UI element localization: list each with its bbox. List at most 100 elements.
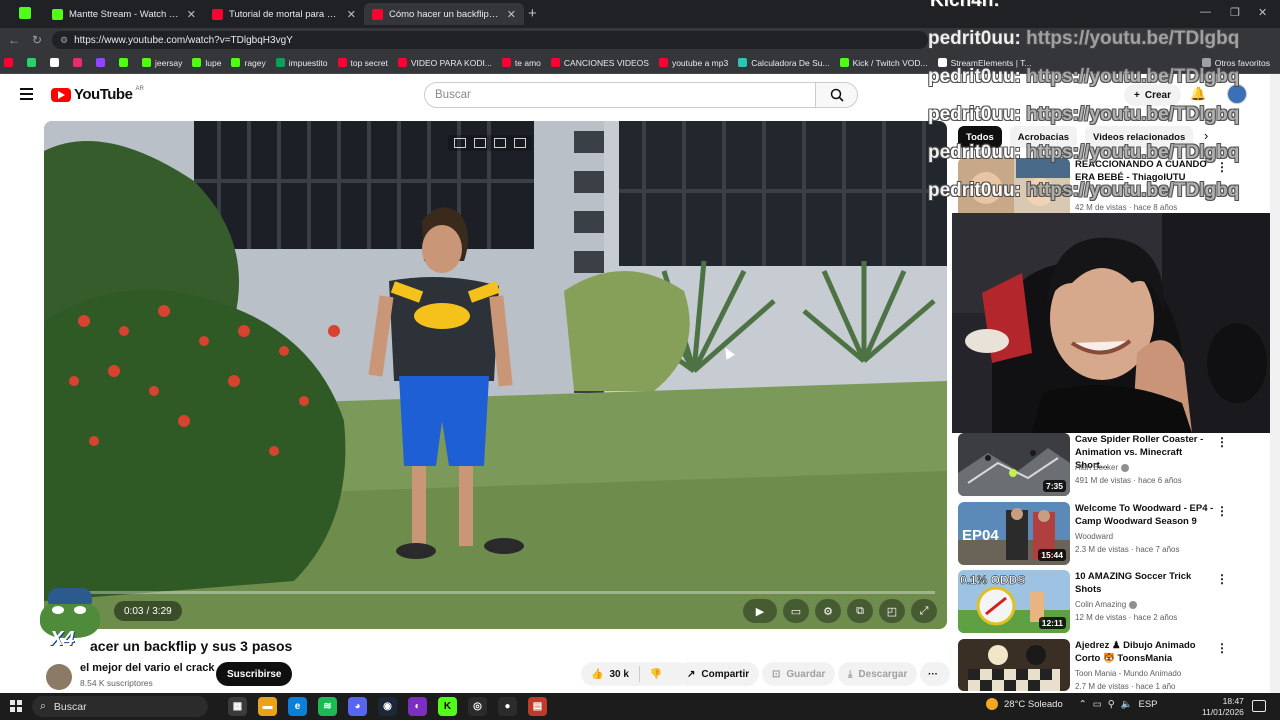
recommendation-title[interactable]: Welcome To Woodward - EP4 - Camp Woodwar… (1075, 502, 1215, 528)
extension-toolbar[interactable] (448, 135, 532, 151)
miniplayer-icon[interactable]: ⧉ (847, 599, 873, 623)
screenshot-icon[interactable] (474, 138, 486, 148)
weather-text[interactable]: 28°C Soleado (1004, 699, 1063, 710)
bookmark-item[interactable]: jeersay (142, 58, 182, 68)
dislike-icon[interactable]: 👎 (650, 669, 662, 680)
video-player[interactable]: 0:03 / 3:29 ▶ ▭ ⚙ ⧉ ◰ ⤢ (44, 121, 947, 629)
bookmark-item[interactable] (119, 58, 132, 67)
recommendation-item[interactable]: 7:35 Cave Spider Roller Coaster - Animat… (958, 433, 1258, 497)
microphone-icon[interactable]: ⚲ (1108, 699, 1115, 710)
bookmark-item[interactable]: lupe (192, 58, 221, 68)
kick-icon[interactable] (19, 7, 31, 19)
recommendation-title[interactable]: REACCIONANDO A CUANDO ERA BEBÉ - ThiagoI… (1075, 158, 1215, 184)
chrome-icon[interactable]: ◎ (468, 697, 487, 716)
pip-icon[interactable] (454, 138, 466, 148)
bookmark-item[interactable]: top secret (337, 58, 388, 68)
chevron-up-icon[interactable]: ⌃ (1079, 699, 1087, 710)
network-icon[interactable]: ▭ (1093, 699, 1102, 710)
translate-icon[interactable] (514, 138, 526, 148)
bookmark-item[interactable]: Otros favoritos (1201, 58, 1270, 68)
close-tab-icon[interactable]: ✕ (507, 8, 516, 21)
bookmark-item[interactable] (50, 58, 63, 67)
video-thumbnail[interactable]: 0.1% ODDS 12:11 (958, 570, 1070, 633)
kick-icon[interactable]: K (438, 697, 457, 716)
spotify-icon[interactable]: ≋ (318, 697, 337, 716)
language-indicator[interactable]: ESP (1139, 699, 1158, 710)
like-icon[interactable]: 👍 (591, 669, 603, 680)
download-button[interactable]: ⤓ Descargar (838, 662, 918, 686)
search-input[interactable]: Buscar (424, 82, 816, 108)
bookmark-item[interactable]: Kick / Twitch VOD... (839, 58, 928, 68)
discord-icon[interactable]: ◕ (348, 697, 367, 716)
recommendation-channel[interactable]: Colin Amazing (1075, 600, 1138, 609)
more-options-icon[interactable]: ⋮ (1216, 435, 1228, 449)
bookmark-item[interactable]: te amo (501, 58, 541, 68)
notification-center-icon[interactable] (1252, 700, 1266, 712)
bookmark-item[interactable] (27, 58, 40, 67)
more-options-icon[interactable]: ⋮ (1216, 572, 1228, 586)
chevron-right-icon[interactable]: › (1204, 128, 1208, 143)
more-options-icon[interactable]: ⋮ (1216, 641, 1228, 655)
close-tab-icon[interactable]: ✕ (187, 8, 196, 21)
browser-tab[interactable]: Tutorial de mortal para atrás! 🔥 Al ✕ (204, 3, 364, 25)
bookmark-item[interactable]: CANCIONES VIDEOS (550, 58, 649, 68)
video-thumbnail[interactable]: 7:35 (958, 433, 1070, 496)
save-button[interactable]: ⊡ Guardar (762, 662, 836, 686)
bookmark-item[interactable]: youtube a mp3 (658, 58, 728, 68)
minimize-icon[interactable]: — (1200, 6, 1211, 18)
chip-videos-relacionados[interactable]: Videos relacionados (1085, 126, 1194, 148)
windows-start-icon[interactable] (10, 700, 22, 712)
browser-tab-active[interactable]: Cómo hacer un backflip y sus ✕ (364, 3, 524, 25)
maximize-icon[interactable]: ❐ (1230, 6, 1240, 19)
taskbar-search[interactable]: ⌕ Buscar (32, 696, 208, 717)
search-button[interactable] (816, 82, 858, 108)
create-button[interactable]: + Crear (1124, 84, 1181, 106)
file-explorer-icon[interactable]: ▬ (258, 697, 277, 716)
recommendation-title[interactable]: 10 AMAZING Soccer Trick Shots (1075, 570, 1215, 596)
back-icon[interactable]: ← (8, 33, 20, 47)
settings-gear-icon[interactable]: ⚙ (815, 599, 841, 623)
subtitles-icon[interactable]: ▭ (783, 599, 809, 623)
page-scrollbar[interactable] (1270, 74, 1280, 694)
app-icon[interactable]: ◐ (408, 697, 427, 716)
bookmark-item[interactable]: ragey (231, 58, 266, 68)
menu-icon[interactable] (20, 88, 33, 100)
autoplay-toggle[interactable]: ▶ (743, 599, 777, 623)
cast-icon[interactable]: ◰ (879, 599, 905, 623)
speaker-icon[interactable]: 🔈 (1121, 699, 1133, 710)
obs-icon[interactable]: ● (498, 697, 517, 716)
chip-todos[interactable]: Todos (958, 126, 1002, 148)
reload-icon[interactable]: ↻ (32, 33, 42, 47)
chip-acrobacias[interactable]: Acrobacias (1009, 126, 1078, 148)
recommendation-item[interactable]: 0.1% ODDS 12:11 10 AMAZING Soccer Trick … (958, 570, 1258, 634)
more-options-icon[interactable]: ⋮ (1216, 160, 1228, 174)
subscribe-button[interactable]: Suscribirse (216, 662, 293, 686)
video-thumbnail[interactable]: EP04 15:44 (958, 502, 1070, 565)
recommendation-title[interactable]: Ajedrez ♟ Dibujo Animado Corto 🐯 ToonsMa… (1075, 639, 1215, 665)
bookmark-item[interactable] (4, 58, 17, 67)
recommendation-channel[interactable]: Woodward (1075, 532, 1113, 541)
browser-tab[interactable]: Mantte Stream - Watch Live o ✕ (44, 3, 204, 25)
bookmark-item[interactable]: Calculadora De Su... (738, 58, 830, 68)
bookmark-item[interactable]: StreamElements | T... (937, 58, 1032, 68)
site-info-icon[interactable]: ⚙ (60, 35, 68, 46)
bookmark-item[interactable]: impuestito (275, 58, 328, 68)
app-icon[interactable]: ▤ (528, 697, 547, 716)
video-thumbnail[interactable] (958, 639, 1070, 691)
share-button[interactable]: ↗ Compartir (677, 662, 760, 686)
video-thumbnail[interactable] (958, 158, 1070, 221)
channel-name[interactable]: el mejor del vario el crack (80, 662, 215, 674)
progress-bar[interactable] (56, 591, 935, 594)
recommendation-item[interactable]: EP04 15:44 Welcome To Woodward - EP4 - C… (958, 502, 1258, 566)
steam-icon[interactable]: ◉ (378, 697, 397, 716)
notifications-bell-icon[interactable]: 🔔 (1190, 86, 1206, 102)
recommendation-channel[interactable]: Toon Mania - Mundo Animado (1075, 669, 1181, 678)
close-window-icon[interactable]: ✕ (1258, 6, 1267, 19)
bookmark-item[interactable] (73, 58, 86, 67)
notes-icon[interactable] (494, 138, 506, 148)
edge-icon[interactable]: e (288, 697, 307, 716)
recommendation-channel[interactable]: Alan Becker (1075, 463, 1130, 472)
youtube-logo[interactable]: YouTube AR (51, 86, 144, 103)
channel-avatar[interactable] (46, 664, 72, 690)
more-options-icon[interactable]: ⋮ (1216, 504, 1228, 518)
